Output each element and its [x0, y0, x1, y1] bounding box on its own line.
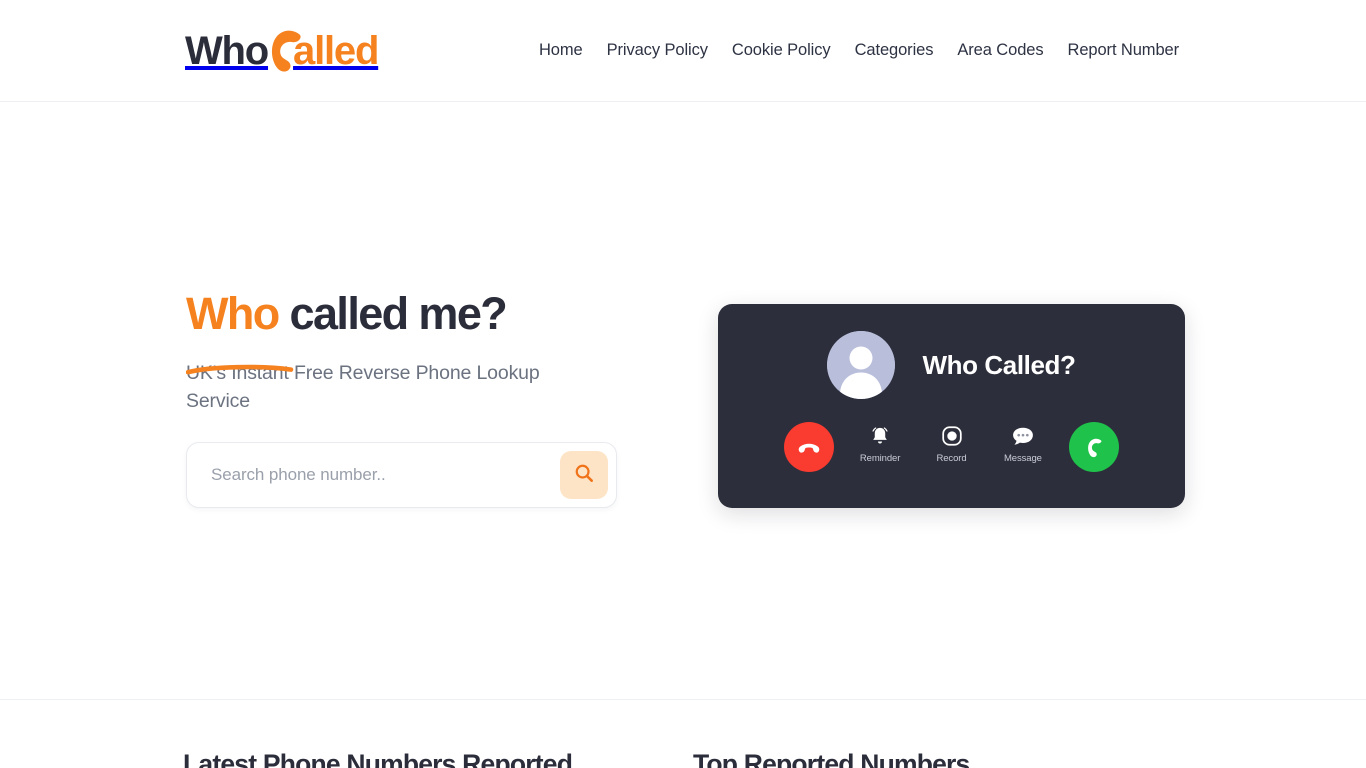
hero-title-rest: called me? [278, 288, 508, 339]
nav-home[interactable]: Home [539, 41, 583, 60]
nav-area-codes[interactable]: Area Codes [957, 41, 1043, 60]
nav-cookie-policy[interactable]: Cookie Policy [732, 41, 831, 60]
message-button[interactable]: Message [987, 422, 1058, 464]
incoming-call-card: Who Called? Reminder Record Message [718, 304, 1185, 508]
latest-reported-column: Latest Phone Numbers Reported [183, 749, 693, 768]
bell-icon [869, 424, 891, 448]
accept-call-button[interactable] [1059, 422, 1130, 472]
call-actions-row: Reminder Record Message [718, 422, 1185, 472]
decline-call-button[interactable] [773, 422, 844, 472]
nav-privacy-policy[interactable]: Privacy Policy [607, 41, 708, 60]
phone-decline-icon [783, 422, 834, 472]
record-label: Record [936, 453, 967, 464]
record-icon [941, 424, 963, 448]
phone-accept-icon [1069, 422, 1120, 472]
site-header: Who alled Home Privacy Policy Cookie Pol… [0, 0, 1366, 102]
phone-search-form [186, 441, 617, 508]
hero-subtitle: UK's Instant Free Reverse Phone Lookup S… [186, 362, 540, 412]
top-reported-column: Top Reported Numbers [693, 749, 1183, 768]
user-avatar-icon [827, 331, 896, 399]
top-reported-title: Top Reported Numbers [693, 749, 970, 768]
record-button[interactable]: Record [916, 422, 987, 464]
hero-left-column: Who called me? UK's Instant Free Reverse… [185, 288, 626, 508]
logo-text-who: Who [185, 28, 269, 73]
message-bubble-icon [1011, 424, 1035, 448]
message-label: Message [1003, 453, 1042, 464]
call-card-header: Who Called? [718, 304, 1185, 399]
reminder-label: Reminder [859, 453, 901, 464]
hero-section: Who called me? UK's Instant Free Reverse… [0, 102, 1366, 700]
main-navigation: Home Privacy Policy Cookie Policy Catego… [539, 41, 1179, 60]
search-input[interactable] [211, 464, 560, 485]
nav-report-number[interactable]: Report Number [1068, 41, 1180, 60]
lower-section: Latest Phone Numbers Reported Top Report… [0, 700, 1366, 768]
nav-categories[interactable]: Categories [855, 41, 934, 60]
site-logo[interactable]: Who alled [185, 25, 379, 77]
latest-reported-title: Latest Phone Numbers Reported [183, 749, 573, 768]
caller-name: Who Called? [922, 350, 1076, 380]
page-title: Who called me? [185, 288, 508, 375]
reminder-button[interactable]: Reminder [844, 422, 915, 464]
search-icon [573, 462, 595, 487]
hero-title-accent: Who [186, 288, 280, 339]
search-button[interactable] [560, 450, 608, 499]
phone-handset-icon [271, 29, 301, 73]
